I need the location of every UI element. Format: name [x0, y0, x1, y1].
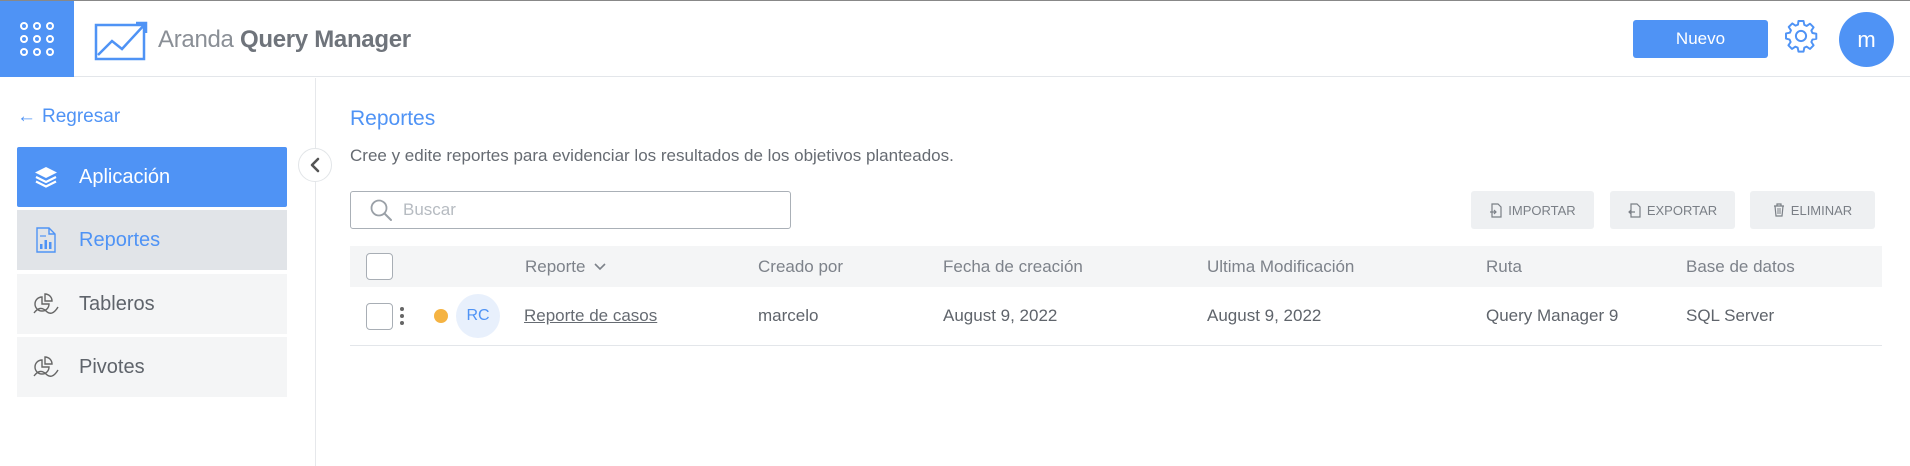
report-name-cell: Reporte de casos: [524, 287, 657, 345]
apps-menu-button[interactable]: [0, 1, 74, 77]
select-all-checkbox[interactable]: [366, 253, 393, 280]
column-header-ruta[interactable]: Ruta: [1486, 246, 1522, 287]
sidebar-item-reportes[interactable]: Reportes: [17, 210, 287, 270]
page-subtitle: Cree y edite reportes para evidenciar lo…: [350, 146, 954, 165]
column-header-fecha-creacion[interactable]: Fecha de creación: [943, 246, 1083, 287]
created-date-cell: August 9, 2022: [943, 306, 1058, 325]
arrow-left-icon: ←: [17, 106, 36, 127]
layers-icon: [31, 162, 61, 192]
select-all-cell: [366, 246, 393, 287]
export-button[interactable]: EXPORTAR: [1610, 191, 1735, 229]
chevron-down-icon: [594, 262, 607, 270]
search-input[interactable]: [403, 200, 783, 220]
modified-date-cell: August 9, 2022: [1207, 306, 1322, 325]
apps-grid-icon: [20, 22, 54, 56]
back-link[interactable]: ← Regresar: [17, 106, 120, 128]
export-label: EXPORTAR: [1646, 202, 1718, 218]
table-row[interactable]: RC Reporte de casos marcelo August 9, 20…: [350, 287, 1882, 346]
status-dot: [434, 287, 448, 345]
delete-label: ELIMINAR: [1790, 202, 1853, 218]
sidebar-item-label: Pivotes: [79, 355, 145, 378]
sidebar-item-pivotes[interactable]: Pivotes: [17, 337, 287, 397]
new-button[interactable]: Nuevo: [1633, 20, 1768, 58]
row-checkbox[interactable]: [366, 302, 393, 330]
column-label: Reporte: [525, 256, 586, 276]
page-title: Reportes: [350, 107, 436, 130]
row-select-cell: [366, 287, 393, 345]
column-header-base-datos[interactable]: Base de datos: [1686, 246, 1795, 287]
sidebar: ← Regresar Aplicación Reportes Tableros …: [0, 78, 316, 466]
search-icon: [370, 199, 392, 221]
row-actions-menu[interactable]: [400, 287, 404, 345]
import-label: IMPORTAR: [1508, 202, 1576, 218]
file-import-icon: [1490, 202, 1502, 218]
app-logo: Aranda Query Manager: [94, 19, 411, 61]
app-name: Aranda Query Manager: [158, 26, 411, 53]
trash-icon: [1773, 203, 1784, 217]
top-header: Aranda Query Manager Nuevo m: [0, 0, 1910, 77]
delete-button[interactable]: ELIMINAR: [1750, 191, 1875, 229]
chevron-left-icon: [310, 157, 320, 173]
sidebar-item-label: Aplicación: [79, 165, 171, 188]
collapse-sidebar-button[interactable]: [298, 148, 332, 182]
column-header-creado-por[interactable]: Creado por: [758, 246, 843, 287]
report-avatar: RC: [456, 287, 500, 345]
sidebar-item-label: Tableros: [79, 292, 155, 315]
gear-icon[interactable]: [1783, 18, 1819, 54]
report-icon: [31, 225, 61, 255]
search-box: [350, 191, 791, 229]
pivot-icon: [31, 352, 61, 382]
kebab-menu-icon: [400, 307, 404, 325]
table-header: Reporte Creado por Fecha de creación Ult…: [350, 246, 1882, 287]
chart-logo-icon: [94, 21, 148, 61]
sidebar-item-tableros[interactable]: Tableros: [17, 274, 287, 334]
import-button[interactable]: IMPORTAR: [1471, 191, 1594, 229]
user-avatar[interactable]: m: [1839, 12, 1894, 67]
back-label: Regresar: [42, 106, 121, 127]
sidebar-item-aplicacion[interactable]: Aplicación: [17, 147, 287, 207]
sidebar-item-label: Reportes: [79, 228, 161, 251]
column-header-ultima-modificacion[interactable]: Ultima Modificación: [1207, 246, 1354, 287]
path-cell: Query Manager 9: [1486, 306, 1619, 325]
database-cell: SQL Server: [1686, 306, 1775, 325]
report-name-link[interactable]: Reporte de casos: [524, 306, 657, 326]
column-header-reporte[interactable]: Reporte: [525, 246, 607, 287]
dashboard-icon: [31, 289, 61, 319]
file-export-icon: [1627, 202, 1641, 218]
created-by-cell: marcelo: [758, 306, 819, 325]
